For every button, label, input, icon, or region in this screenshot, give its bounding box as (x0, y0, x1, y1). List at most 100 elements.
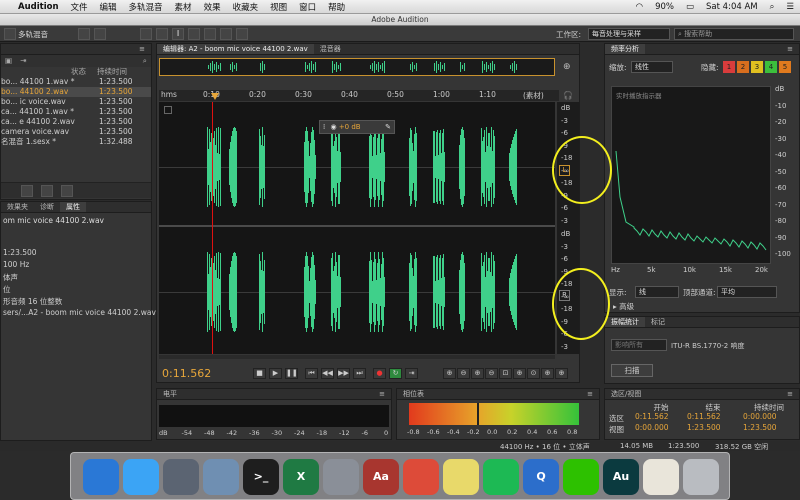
stop-button[interactable]: ■ (253, 368, 266, 379)
record-button[interactable]: ● (373, 368, 386, 379)
time-ruler[interactable]: hms (素材) 0:10 0:20 0:30 0:40 0:50 1:00 1:10 (159, 90, 559, 101)
skip-selection-button[interactable]: ⇥ (405, 368, 418, 379)
multitrack-view-button[interactable]: 多轨混音 (18, 29, 48, 40)
clock[interactable]: Sat 4:04 AM (700, 2, 764, 12)
menu-favorites[interactable]: 收藏夹 (227, 1, 265, 13)
zoom-selection-icon[interactable]: ⊙ (527, 368, 540, 379)
fast-forward-button[interactable]: ▶▶ (337, 368, 350, 379)
chrome-icon[interactable] (403, 459, 439, 495)
tab-amplitude-stats[interactable]: 振幅统计 (605, 317, 645, 327)
waveform-view-button[interactable] (4, 28, 16, 40)
dictionary-icon[interactable]: Aa (363, 459, 399, 495)
hold-button-5[interactable]: 5 (779, 61, 791, 73)
advanced-toggle[interactable]: ▸ 高级 (613, 301, 634, 312)
file-row[interactable]: bo... 44100 1.wav * 1:23.500 (1, 77, 151, 87)
sel-duration[interactable]: 0:00.000 (743, 412, 799, 421)
playhead[interactable] (212, 102, 213, 354)
freq-title[interactable]: 频率分析 (605, 44, 645, 54)
tab-properties[interactable]: 属性 (60, 202, 86, 212)
sel-end[interactable]: 0:11.562 (687, 412, 743, 421)
file-row[interactable]: camera voice.wav 1:23.500 (1, 127, 151, 137)
sel-start[interactable]: 0:11.562 (635, 412, 687, 421)
workspace-select[interactable]: 每音处理与采样 (588, 28, 670, 40)
battery-percent[interactable]: 90% (649, 2, 680, 12)
finder-icon[interactable] (83, 459, 119, 495)
hold-button-3[interactable]: 3 (751, 61, 763, 73)
col-duration[interactable]: 持续时间 (97, 67, 127, 77)
hold-button-4[interactable]: 4 (765, 61, 777, 73)
help-search-input[interactable]: ⌕ 搜索帮助 (674, 28, 794, 40)
launchpad-icon[interactable] (163, 459, 199, 495)
zoom-out-time-icon[interactable]: ⊖ (485, 368, 498, 379)
headphone-icon[interactable]: 🎧 (563, 91, 573, 100)
hud-gain-value[interactable]: +0 dB (339, 123, 361, 131)
wechat-icon[interactable] (563, 459, 599, 495)
brush-tool-icon[interactable] (220, 28, 232, 40)
list-icon[interactable]: ☰ (780, 2, 800, 12)
lasso-tool-icon[interactable] (204, 28, 216, 40)
preview-icon[interactable] (203, 459, 239, 495)
hud-toggle-icon[interactable] (164, 106, 172, 114)
menu-multitrack[interactable]: 多轨混音 (123, 1, 169, 13)
zoom-in-time-icon[interactable]: ⊕ (471, 368, 484, 379)
hold-button-2[interactable]: 2 (737, 61, 749, 73)
scale-select[interactable]: 线性 (631, 61, 673, 73)
loop-button[interactable]: ↻ (389, 368, 402, 379)
loudness-standard[interactable]: ITU-R BS.1770-2 响度 (671, 341, 744, 351)
go-to-end-button[interactable]: ⏭ (353, 368, 366, 379)
view-start[interactable]: 0:00.000 (635, 423, 687, 432)
display-select[interactable]: 线 (635, 286, 679, 298)
hud-volume[interactable]: ⁞ ◉ +0 dB ✎ (319, 120, 395, 134)
razor-tool-icon[interactable] (156, 28, 168, 40)
import-button[interactable] (41, 185, 53, 197)
spotify-icon[interactable] (483, 459, 519, 495)
pause-button[interactable]: ❚❚ (285, 368, 298, 379)
menu-window[interactable]: 窗口 (293, 1, 322, 13)
move-tool-icon[interactable] (140, 28, 152, 40)
zoom-out-amplitude-icon[interactable]: ⊖ (457, 368, 470, 379)
zoom-right-icon[interactable]: ⊕ (555, 368, 568, 379)
rewind-button[interactable]: ◀◀ (321, 368, 334, 379)
terminal-icon[interactable]: >_ (243, 459, 279, 495)
pin-icon[interactable]: ✎ (385, 121, 394, 133)
open-file-icon[interactable]: ▣ (1, 55, 16, 67)
pitch-toggle-button[interactable] (94, 28, 106, 40)
overview-bar[interactable] (159, 58, 555, 76)
view-end[interactable]: 1:23.500 (687, 423, 743, 432)
excel-icon[interactable]: X (283, 459, 319, 495)
go-to-start-button[interactable]: ⏮ (305, 368, 318, 379)
menu-file[interactable]: 文件 (65, 1, 94, 13)
audition-icon[interactable]: Au (603, 459, 639, 495)
volume-knob-icon[interactable]: ◉ (330, 123, 336, 131)
menu-help[interactable]: 帮助 (322, 1, 351, 13)
tab-diagnostics[interactable]: 诊断 (34, 202, 60, 212)
file-row[interactable]: ca... 44100 1.wav * 1:23.500 (1, 107, 151, 117)
col-status[interactable]: 状态 (71, 67, 97, 77)
messages-icon[interactable] (123, 459, 159, 495)
level-title[interactable]: 电平 (157, 389, 183, 399)
top-channel-select[interactable]: 平均 (717, 286, 777, 298)
hold-button-1[interactable]: 1 (723, 61, 735, 73)
frequency-graph[interactable]: 实时播放指示器 (611, 86, 771, 264)
zoom-in-amplitude-icon[interactable]: ⊕ (443, 368, 456, 379)
menu-effects[interactable]: 效果 (198, 1, 227, 13)
insert-button[interactable] (21, 185, 33, 197)
file-row[interactable]: bo... 44100 2.wav 1:23.500 (1, 87, 151, 97)
stats-mode[interactable]: 影响所有 (611, 339, 667, 351)
tab-editor[interactable]: 编辑器: A2 - boom mic voice 44100 2.wav (157, 44, 314, 54)
panel-menu-icon[interactable]: ≡ (781, 45, 799, 53)
tab-effects-rack[interactable]: 效果夹 (1, 202, 34, 212)
view-duration[interactable]: 1:23.500 (743, 423, 799, 432)
selection-title[interactable]: 选区/视图 (605, 389, 647, 399)
zoom-out-full-icon[interactable]: ⊡ (499, 368, 512, 379)
import-icon[interactable]: ⇥ (16, 55, 30, 67)
app-menu[interactable]: Audition (12, 2, 65, 12)
file-row[interactable]: 名混音 1.sesx * 1:32.488 (1, 137, 151, 147)
time-selection-tool-icon[interactable]: I (172, 28, 184, 40)
drag-handle-icon[interactable]: ⁞ (320, 123, 328, 131)
zoom-in-point-icon[interactable]: ⊕ (513, 368, 526, 379)
phase-title[interactable]: 相位表 (397, 389, 430, 399)
marquee-tool-icon[interactable] (188, 28, 200, 40)
spot-heal-tool-icon[interactable] (236, 28, 248, 40)
system-preferences-icon[interactable] (323, 459, 359, 495)
